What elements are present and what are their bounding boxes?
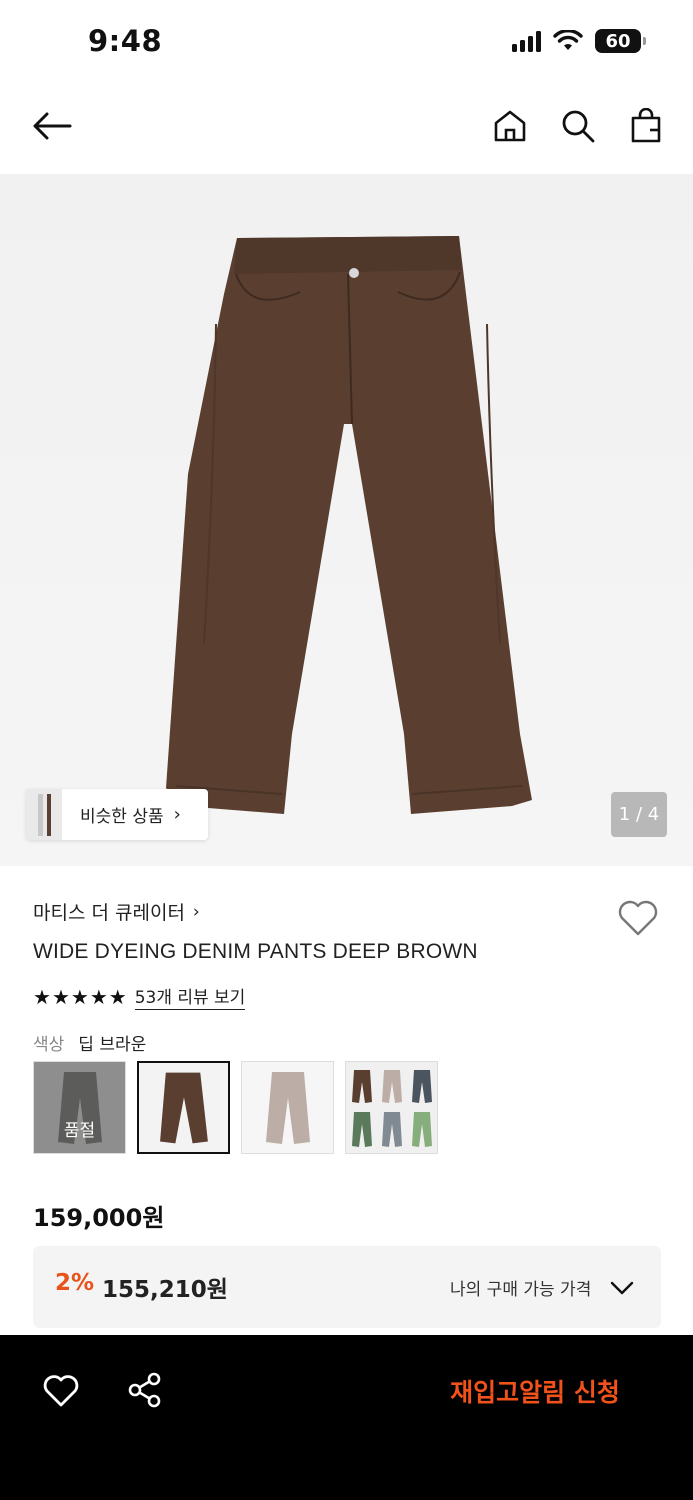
status-bar: 9:48 60 xyxy=(0,0,693,82)
heart-icon xyxy=(43,1375,79,1407)
star-icon: ★ xyxy=(89,984,108,1009)
home-icon xyxy=(494,110,526,142)
color-label: 색상 xyxy=(33,1035,65,1055)
pants-thumbnail xyxy=(242,1062,333,1153)
reviews-link[interactable]: 53개 리뷰 보기 xyxy=(134,983,246,1010)
rating-stars: ★ ★ ★ ★ ★ xyxy=(33,987,127,1007)
all-colors-thumbnail xyxy=(346,1062,437,1153)
star-icon: ★ xyxy=(51,984,70,1009)
home-button[interactable] xyxy=(488,104,532,148)
swatch-beige[interactable] xyxy=(241,1061,334,1154)
product-price: 159,000원 xyxy=(33,1204,165,1232)
star-icon: ★ xyxy=(70,984,89,1009)
restock-alert-button[interactable]: 재입고알림 신청 xyxy=(420,1371,650,1411)
color-swatches: 품절 xyxy=(33,1061,438,1154)
heart-icon xyxy=(618,900,658,936)
swatch-all-colors[interactable] xyxy=(345,1061,438,1154)
color-value: 딥 브라운 xyxy=(78,1035,147,1055)
image-page-indicator: 1 / 4 xyxy=(611,792,667,837)
soldout-label: 품절 xyxy=(63,1121,96,1141)
star-icon: ★ xyxy=(33,984,51,1009)
battery-icon: 60 xyxy=(595,29,646,53)
wifi-icon xyxy=(553,30,583,50)
shopping-bag-icon xyxy=(631,108,661,143)
discounted-price: 155,210원 xyxy=(102,1277,228,1303)
brand-link[interactable]: 마티스 더 큐레이터 › xyxy=(33,898,200,925)
cellular-signal-icon xyxy=(512,30,541,52)
discount-rate: 2% xyxy=(55,1270,95,1296)
share-button[interactable] xyxy=(126,1371,164,1409)
product-image-carousel[interactable]: 비슷한 상품 › 1 / 4 xyxy=(0,174,693,866)
color-option-row: 색상 딥 브라운 xyxy=(33,1030,146,1055)
search-icon xyxy=(562,110,595,143)
status-icons: 60 xyxy=(512,28,646,54)
cart-button[interactable] xyxy=(624,104,668,148)
wishlist-button[interactable] xyxy=(617,898,659,938)
swatch-deep-brown[interactable] xyxy=(137,1061,230,1154)
brand-name: 마티스 더 큐레이터 xyxy=(33,902,185,924)
chevron-right-icon: › xyxy=(192,901,200,922)
back-button[interactable] xyxy=(30,104,74,148)
my-price-label: 나의 구매 가능 가격 xyxy=(450,1280,592,1300)
bottom-wishlist-button[interactable] xyxy=(42,1373,80,1409)
product-title: WIDE DYEING DENIM PANTS DEEP BROWN xyxy=(33,940,478,963)
rating-row: ★ ★ ★ ★ ★ 53개 리뷰 보기 xyxy=(33,983,246,1010)
product-image xyxy=(0,174,693,866)
swatch-gray[interactable]: 품절 xyxy=(33,1061,126,1154)
share-icon xyxy=(128,1372,161,1408)
similar-products-button[interactable]: 비슷한 상품 › xyxy=(26,789,208,840)
pants-thumbnail xyxy=(139,1063,228,1152)
my-price-dropdown[interactable]: 2% 155,210원 나의 구매 가능 가격 xyxy=(33,1246,661,1328)
bottom-action-bar: 재입고알림 신청 xyxy=(0,1335,693,1500)
status-time: 9:48 xyxy=(88,24,163,58)
search-button[interactable] xyxy=(556,104,600,148)
star-icon: ★ xyxy=(108,984,127,1009)
nav-bar xyxy=(0,82,693,172)
chevron-right-icon: › xyxy=(173,804,181,825)
chevron-down-icon xyxy=(610,1281,634,1295)
similar-products-thumbnail xyxy=(26,789,62,840)
similar-products-label: 비슷한 상품 xyxy=(80,807,164,827)
arrow-left-icon xyxy=(33,112,72,140)
